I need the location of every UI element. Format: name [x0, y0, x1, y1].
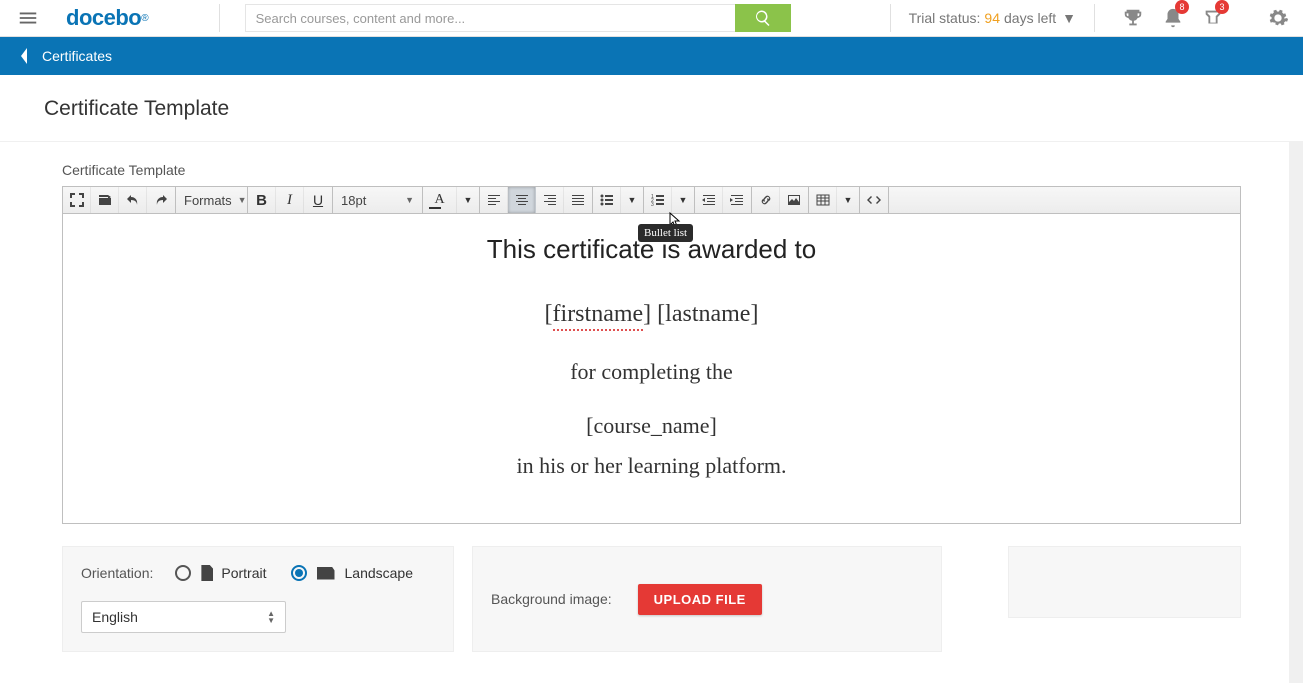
trial-prefix: Trial status:: [909, 10, 981, 26]
divider: [890, 4, 891, 32]
select-arrows-icon: ▲▼: [267, 610, 275, 624]
radio-icon: [175, 565, 191, 581]
source-code-button[interactable]: [860, 187, 888, 213]
svg-text:3: 3: [651, 202, 654, 208]
page-title: Certificate Template: [44, 97, 1259, 121]
numbered-list-dropdown[interactable]: ▼: [672, 187, 694, 213]
orientation-label: Orientation:: [81, 565, 153, 581]
bullet-list-button[interactable]: [593, 187, 621, 213]
search-input[interactable]: [245, 4, 735, 32]
editor-body[interactable]: Bullet list This certificate is awarded …: [62, 214, 1241, 524]
cursor-icon: [667, 212, 683, 233]
textcolor-dropdown[interactable]: ▼: [457, 187, 479, 213]
editor-line: for completing the: [83, 359, 1220, 385]
portrait-icon: [201, 565, 213, 581]
align-right-button[interactable]: [536, 187, 564, 213]
back-button[interactable]: [14, 48, 34, 64]
table-dropdown[interactable]: ▼: [837, 187, 859, 213]
image-button[interactable]: [780, 187, 808, 213]
orientation-portrait[interactable]: Portrait: [175, 565, 266, 581]
trial-status[interactable]: Trial status: 94 days left ▼: [909, 10, 1076, 26]
italic-button[interactable]: I: [276, 187, 304, 213]
notification-badge: 8: [1175, 0, 1189, 14]
scrollbar[interactable]: [1289, 141, 1303, 683]
align-left-button[interactable]: [480, 187, 508, 213]
editor-line: in his or her learning platform.: [83, 453, 1220, 479]
background-panel: Background image: UPLOAD FILE: [472, 546, 942, 652]
orientation-landscape[interactable]: Landscape: [291, 565, 414, 581]
trial-days: 94: [984, 10, 1000, 26]
link-button[interactable]: [752, 187, 780, 213]
divider: [1094, 4, 1095, 32]
bullet-list-dropdown[interactable]: ▼: [621, 187, 643, 213]
inbox-icon[interactable]: 3: [1193, 0, 1233, 36]
notification-badge: 3: [1215, 0, 1229, 14]
upload-file-button[interactable]: UPLOAD FILE: [638, 584, 762, 615]
bold-button[interactable]: B: [248, 187, 276, 213]
table-button[interactable]: [809, 187, 837, 213]
landscape-icon: [317, 567, 335, 580]
logo: docebo®: [56, 0, 159, 36]
underline-button[interactable]: U: [304, 187, 332, 213]
breadcrumb: Certificates: [0, 37, 1303, 75]
gear-icon[interactable]: [1253, 0, 1303, 36]
editor-line: [firstname] [lastname]: [83, 301, 1220, 331]
numbered-list-button[interactable]: 123: [644, 187, 672, 213]
editor-line: [course_name]: [83, 413, 1220, 439]
editor-toolbar: Formats▼ B I U 18pt▼ A ▼ ▼ 123 ▼: [62, 186, 1241, 214]
align-center-button[interactable]: [508, 187, 536, 213]
textcolor-button[interactable]: A: [423, 187, 457, 213]
search-button[interactable]: [735, 4, 791, 32]
chevron-down-icon: ▼: [1062, 10, 1076, 26]
editor-label: Certificate Template: [62, 162, 1241, 178]
orientation-panel: Orientation: Portrait Landscape English …: [62, 546, 454, 652]
extra-panel: [1008, 546, 1241, 618]
bell-icon[interactable]: 8: [1153, 0, 1193, 36]
breadcrumb-label[interactable]: Certificates: [42, 48, 112, 64]
background-label: Background image:: [491, 591, 612, 607]
fullscreen-button[interactable]: [63, 187, 91, 213]
redo-button[interactable]: [147, 187, 175, 213]
logo-text: docebo: [66, 5, 141, 31]
trial-suffix: days left: [1004, 10, 1056, 26]
formats-select[interactable]: Formats▼: [176, 187, 248, 213]
preview-button[interactable]: [91, 187, 119, 213]
editor-line: This certificate is awarded to: [83, 234, 1220, 265]
indent-button[interactable]: [723, 187, 751, 213]
outdent-button[interactable]: [695, 187, 723, 213]
menu-hamburger[interactable]: [0, 0, 56, 36]
radio-icon: [291, 565, 307, 581]
language-select[interactable]: English ▲▼: [81, 601, 286, 633]
align-justify-button[interactable]: [564, 187, 592, 213]
trophy-icon[interactable]: [1113, 0, 1153, 36]
divider: [219, 4, 220, 32]
fontsize-select[interactable]: 18pt▼: [333, 187, 423, 213]
undo-button[interactable]: [119, 187, 147, 213]
